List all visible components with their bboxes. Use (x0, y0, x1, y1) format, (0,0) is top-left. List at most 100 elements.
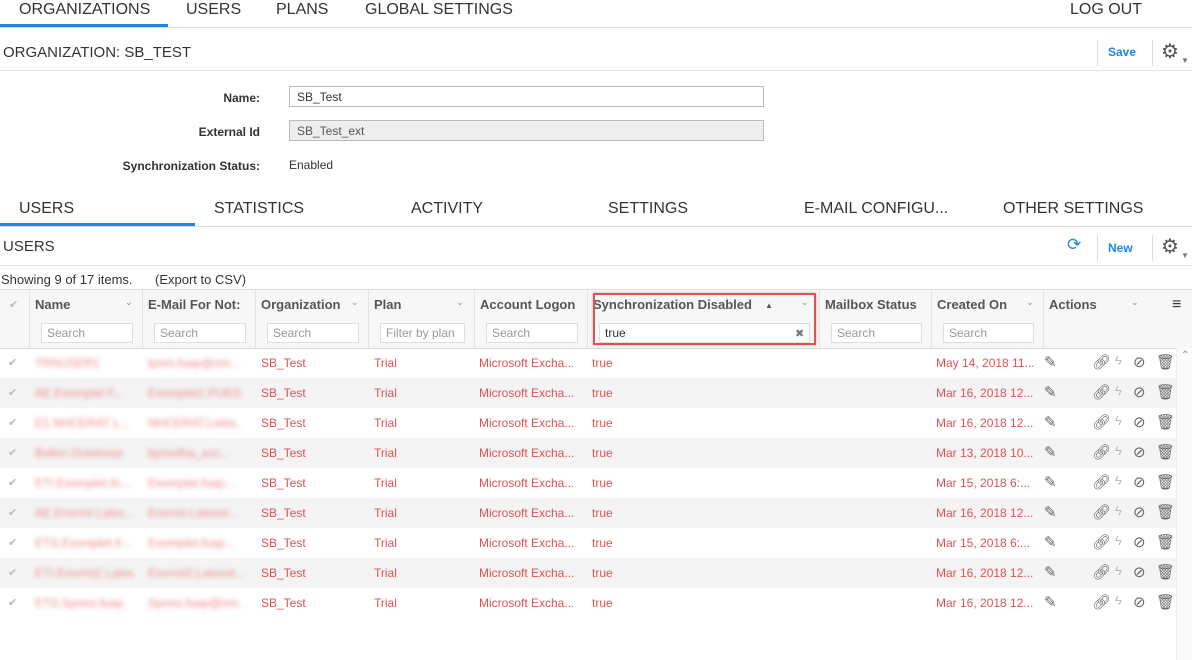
pencil-icon[interactable]: ✎ (1044, 413, 1057, 431)
trash-icon[interactable]: 🗑︎ (1156, 383, 1175, 401)
column-mailbox-status[interactable]: Mailbox Status Search (820, 290, 932, 348)
chevron-down-icon[interactable]: ⌄ (125, 297, 133, 308)
refresh-icon[interactable]: ⟳ (1067, 235, 1081, 255)
block-icon[interactable]: ⊘ (1133, 383, 1146, 401)
row-checkbox[interactable]: ✔ (8, 566, 17, 579)
lightning-icon[interactable]: ϟ (1115, 443, 1122, 458)
gear-icon[interactable]: ⚙ (1161, 42, 1179, 62)
nav-users[interactable]: USERS (186, 1, 241, 19)
row-checkbox[interactable]: ✔ (8, 356, 17, 369)
column-created-on[interactable]: Created On ⌄ Search (932, 290, 1044, 348)
plan-filter-input[interactable]: Filter by plan (380, 323, 465, 343)
row-checkbox[interactable]: ✔ (8, 416, 17, 429)
pencil-icon[interactable]: ✎ (1044, 563, 1057, 581)
row-checkbox[interactable]: ✔ (8, 386, 17, 399)
link-icon[interactable]: 🔗︎ (1092, 593, 1111, 611)
pencil-icon[interactable]: ✎ (1044, 533, 1057, 551)
chevron-down-icon[interactable]: ⌄ (351, 297, 359, 308)
table-row[interactable]: ✔ AE.Envrmt Lales... Envrmt.Lalesot... S… (0, 498, 1176, 528)
block-icon[interactable]: ⊘ (1133, 593, 1146, 611)
lightning-icon[interactable]: ϟ (1115, 593, 1122, 608)
organization-filter-input[interactable]: Search (267, 323, 359, 343)
created-on-filter-input[interactable]: Search (943, 323, 1034, 343)
table-row[interactable]: ✔ ETS.Exomplet.fr... Exomplet.fuap... SB… (0, 528, 1176, 558)
row-checkbox[interactable]: ✔ (8, 446, 17, 459)
link-icon[interactable]: 🔗︎ (1092, 353, 1111, 371)
pencil-icon[interactable]: ✎ (1044, 503, 1057, 521)
chevron-down-icon[interactable]: ⌄ (456, 297, 464, 308)
tab-settings[interactable]: SETTINGS (608, 200, 688, 218)
table-row[interactable]: ✔ TRNUSER1 tpnm.fuap@mn... SB_Test Trial… (0, 348, 1176, 378)
logout-link[interactable]: LOG OUT (1070, 1, 1142, 19)
trash-icon[interactable]: 🗑︎ (1156, 473, 1175, 491)
lightning-icon[interactable]: ϟ (1115, 533, 1122, 548)
mailbox-status-filter-input[interactable]: Search (831, 323, 922, 343)
block-icon[interactable]: ⊘ (1133, 353, 1146, 371)
lightning-icon[interactable]: ϟ (1115, 353, 1122, 368)
lightning-icon[interactable]: ϟ (1115, 473, 1122, 488)
pencil-icon[interactable]: ✎ (1044, 383, 1057, 401)
trash-icon[interactable]: 🗑︎ (1156, 563, 1175, 581)
table-row[interactable]: ✔ Bvlbm.Dotehnas bpmotha_ecc... SB_Test … (0, 438, 1176, 468)
lightning-icon[interactable]: ϟ (1115, 383, 1122, 398)
link-icon[interactable]: 🔗︎ (1092, 503, 1111, 521)
table-row[interactable]: ✔ ETS.Spnno.fuap Spnno.fuap@mn... SB_Tes… (0, 588, 1176, 618)
nav-plans[interactable]: PLANS (276, 1, 328, 19)
hamburger-icon[interactable]: ≡ (1172, 296, 1181, 314)
new-user-button[interactable]: New (1108, 241, 1133, 255)
table-row[interactable]: ✔ ETI.Envrmt2 Lales... Envrmt2.Lalesot..… (0, 558, 1176, 588)
link-icon[interactable]: 🔗︎ (1092, 443, 1111, 461)
block-icon[interactable]: ⊘ (1133, 503, 1146, 521)
pencil-icon[interactable]: ✎ (1044, 353, 1057, 371)
name-input[interactable]: SB_Test (289, 86, 764, 107)
export-csv-link[interactable]: (Export to CSV) (155, 272, 246, 287)
email-filter-input[interactable]: Search (154, 323, 246, 343)
block-icon[interactable]: ⊘ (1133, 443, 1146, 461)
table-row[interactable]: ✔ ETI.Exomplet.fn... Exomplet.fuap... SB… (0, 468, 1176, 498)
tab-users[interactable]: USERS (19, 200, 74, 218)
lightning-icon[interactable]: ϟ (1115, 413, 1122, 428)
block-icon[interactable]: ⊘ (1133, 563, 1146, 581)
tab-statistics[interactable]: STATISTICS (214, 200, 304, 218)
gear-icon[interactable]: ⚙ (1161, 237, 1179, 257)
row-checkbox[interactable]: ✔ (8, 506, 17, 519)
column-email[interactable]: E-Mail For Not: Search (143, 290, 256, 348)
link-icon[interactable]: 🔗︎ (1092, 563, 1111, 581)
lightning-icon[interactable]: ϟ (1115, 563, 1122, 578)
pencil-icon[interactable]: ✎ (1044, 593, 1057, 611)
row-checkbox[interactable]: ✔ (8, 476, 17, 489)
link-icon[interactable]: 🔗︎ (1092, 473, 1111, 491)
tab-activity[interactable]: ACTIVITY (411, 200, 483, 218)
column-account-logon[interactable]: Account Logon Search (475, 290, 588, 348)
nav-organizations[interactable]: ORGANIZATIONS (19, 1, 150, 19)
name-filter-input[interactable]: Search (41, 323, 133, 343)
trash-icon[interactable]: 🗑︎ (1156, 593, 1175, 611)
tab-other-settings[interactable]: OTHER SETTINGS (1003, 200, 1143, 218)
chevron-down-icon[interactable]: ⌄ (1026, 297, 1034, 308)
block-icon[interactable]: ⊘ (1133, 533, 1146, 551)
trash-icon[interactable]: 🗑︎ (1156, 533, 1175, 551)
table-row[interactable]: ✔ E1.NHCERAT L... NHCERAT.Liebs... SB_Te… (0, 408, 1176, 438)
chevron-down-icon[interactable]: ⌄ (1131, 297, 1139, 308)
pencil-icon[interactable]: ✎ (1044, 443, 1057, 461)
block-icon[interactable]: ⊘ (1133, 473, 1146, 491)
nav-global-settings[interactable]: GLOBAL SETTINGS (365, 1, 513, 19)
block-icon[interactable]: ⊘ (1133, 413, 1146, 431)
lightning-icon[interactable]: ϟ (1115, 503, 1122, 518)
table-row[interactable]: ✔ AE.Exomplet F... Exomplet1.PUED... SB_… (0, 378, 1176, 408)
scroll-up-icon[interactable]: ⌃ (1181, 350, 1189, 361)
link-icon[interactable]: 🔗︎ (1092, 413, 1111, 431)
save-button[interactable]: Save (1108, 45, 1136, 59)
row-checkbox[interactable]: ✔ (8, 596, 17, 609)
pencil-icon[interactable]: ✎ (1044, 473, 1057, 491)
column-plan[interactable]: Plan ⌄ Filter by plan (369, 290, 475, 348)
trash-icon[interactable]: 🗑︎ (1156, 443, 1175, 461)
trash-icon[interactable]: 🗑︎ (1156, 503, 1175, 521)
trash-icon[interactable]: 🗑︎ (1156, 353, 1175, 371)
row-checkbox[interactable]: ✔ (8, 536, 17, 549)
column-name[interactable]: Name ⌄ Search (30, 290, 143, 348)
column-organization[interactable]: Organization ⌄ Search (256, 290, 369, 348)
select-all-checkbox[interactable]: ✔ (9, 298, 18, 311)
link-icon[interactable]: 🔗︎ (1092, 533, 1111, 551)
vertical-scrollbar[interactable]: ⌃ (1176, 348, 1192, 660)
